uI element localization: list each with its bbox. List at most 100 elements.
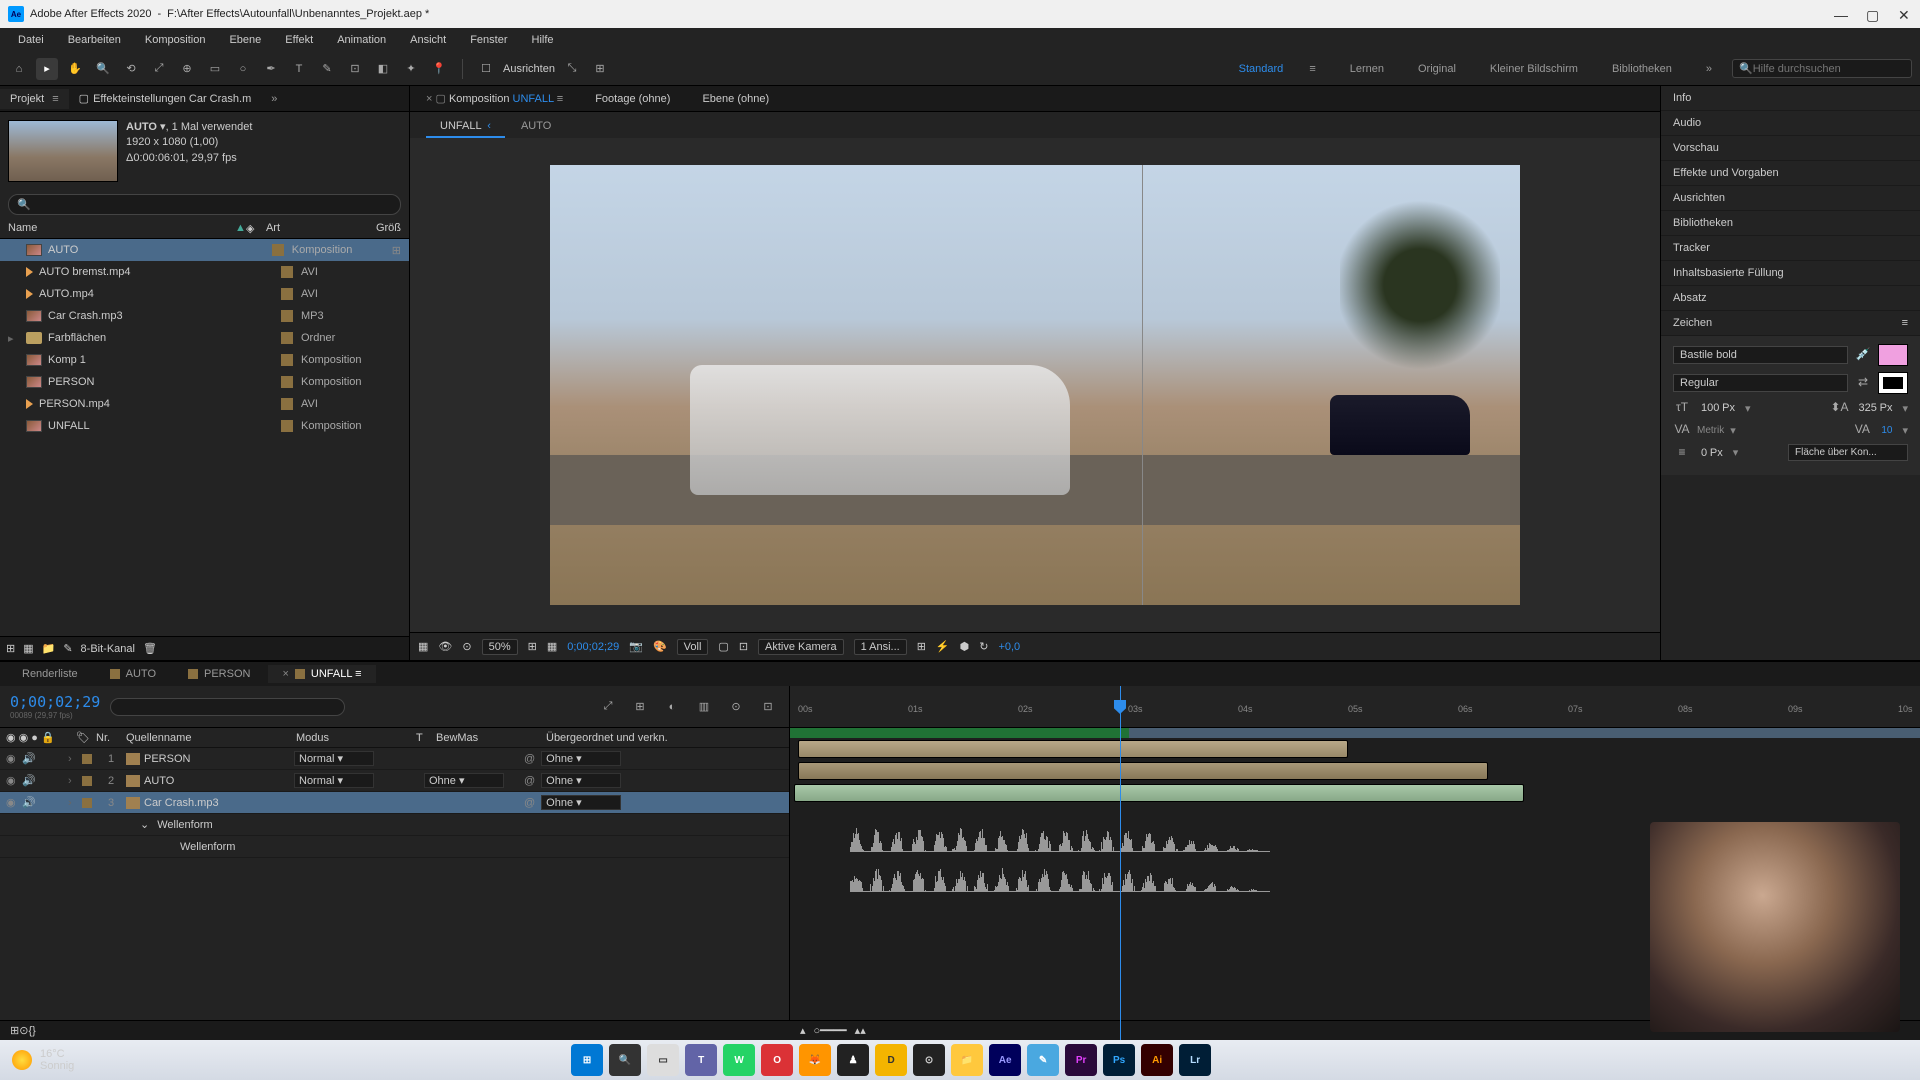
- tab-project[interactable]: Projekt≡: [0, 89, 69, 109]
- align-check[interactable]: ☐: [475, 58, 497, 80]
- roi-icon[interactable]: ▢: [718, 640, 728, 653]
- toggle1-icon[interactable]: ⊞: [10, 1024, 19, 1037]
- menu-fenster[interactable]: Fenster: [460, 31, 517, 49]
- resolution-dropdown[interactable]: Voll: [677, 639, 709, 655]
- adjust-icon[interactable]: ✎: [63, 642, 72, 655]
- taskbar-app[interactable]: 🦊: [799, 1044, 831, 1076]
- waveform-row[interactable]: ⌄Wellenform: [0, 814, 789, 836]
- zoom-in-icon[interactable]: ▴▴: [855, 1024, 866, 1037]
- frame-blend-icon[interactable]: ⊞: [629, 696, 651, 718]
- menu-effekt[interactable]: Effekt: [275, 31, 323, 49]
- menu-ebene[interactable]: Ebene: [219, 31, 271, 49]
- fill-option-dropdown[interactable]: Fläche über Kon...: [1788, 444, 1908, 461]
- timeline-timecode[interactable]: 0;00;02;29: [10, 693, 100, 711]
- new-comp-icon[interactable]: ▦: [23, 642, 33, 655]
- menu-hilfe[interactable]: Hilfe: [522, 31, 564, 49]
- asset-thumbnail[interactable]: [8, 120, 118, 182]
- project-item[interactable]: AUTO bremst.mp4AVI: [0, 261, 409, 283]
- menu-datei[interactable]: Datei: [8, 31, 54, 49]
- rect-tool[interactable]: ▭: [204, 58, 226, 80]
- tag-icon[interactable]: ◈: [246, 222, 266, 235]
- text-tool[interactable]: T: [288, 58, 310, 80]
- taskbar-app[interactable]: 📁: [951, 1044, 983, 1076]
- panel-vorschau[interactable]: Vorschau: [1661, 136, 1920, 161]
- workspace-biblio[interactable]: Bibliotheken: [1598, 61, 1686, 77]
- panel-bibliotheken[interactable]: Bibliotheken: [1661, 211, 1920, 236]
- taskbar-app[interactable]: W: [723, 1044, 755, 1076]
- orbit-tool[interactable]: ⟲: [120, 58, 142, 80]
- refresh-icon[interactable]: ↻: [979, 640, 988, 653]
- pen-tool[interactable]: ✒: [260, 58, 282, 80]
- taskbar-app[interactable]: Ai: [1141, 1044, 1173, 1076]
- toggle3-icon[interactable]: {}: [28, 1025, 35, 1037]
- project-item[interactable]: UNFALLKomposition: [0, 415, 409, 437]
- 3d-icon[interactable]: ⬢: [960, 640, 970, 653]
- taskbar-app[interactable]: D: [875, 1044, 907, 1076]
- interpret-icon[interactable]: ⊞: [6, 642, 15, 655]
- color-icon[interactable]: 🎨: [653, 640, 667, 653]
- kerning-value[interactable]: Metrik: [1697, 425, 1724, 436]
- eyedropper-icon[interactable]: 💉: [1854, 347, 1872, 363]
- swap-icon[interactable]: ⇄: [1854, 375, 1872, 391]
- panel-info[interactable]: Info: [1661, 86, 1920, 111]
- font-style-dropdown[interactable]: Regular: [1673, 374, 1848, 392]
- layer-bar-1[interactable]: [798, 740, 1348, 758]
- taskbar-app[interactable]: O: [761, 1044, 793, 1076]
- project-item[interactable]: PERSON.mp4AVI: [0, 393, 409, 415]
- anchor-tool[interactable]: ⊕: [176, 58, 198, 80]
- leading-value[interactable]: 325 Px: [1854, 402, 1896, 414]
- snap-icon[interactable]: ⤡: [561, 58, 583, 80]
- help-search-input[interactable]: [1753, 63, 1905, 75]
- panel-inhaltsbasierte-füllung[interactable]: Inhaltsbasierte Füllung: [1661, 261, 1920, 286]
- menu-komposition[interactable]: Komposition: [135, 31, 216, 49]
- taskbar-app[interactable]: ⊙: [913, 1044, 945, 1076]
- project-search[interactable]: 🔍: [8, 194, 401, 215]
- subtab-unfall[interactable]: UNFALL ‹: [426, 116, 505, 138]
- exposure[interactable]: +0,0: [998, 641, 1020, 653]
- selection-tool[interactable]: ▸: [36, 58, 58, 80]
- snap2-icon[interactable]: ⊞: [589, 58, 611, 80]
- tab-more-icon[interactable]: »: [261, 89, 287, 109]
- time-ruler[interactable]: 00s01s02s03s04s05s06s07s08s09s10s: [790, 686, 1920, 728]
- ellipse-tool[interactable]: ○: [232, 58, 254, 80]
- minimize-button[interactable]: —: [1834, 7, 1848, 21]
- camera-dropdown[interactable]: Aktive Kamera: [758, 639, 844, 655]
- project-item[interactable]: PERSONKomposition: [0, 371, 409, 393]
- grid-icon[interactable]: ⊞: [528, 640, 537, 653]
- workspace-menu-icon[interactable]: ≡: [1295, 61, 1329, 77]
- taskbar-app[interactable]: 🔍: [609, 1044, 641, 1076]
- graph-icon[interactable]: ▥: [693, 696, 715, 718]
- panel-menu-icon[interactable]: ≡: [1902, 317, 1908, 329]
- timeline-layer[interactable]: ◉🔊›1PERSONNormal ▾@Ohne ▾: [0, 748, 789, 770]
- menu-bearbeiten[interactable]: Bearbeiten: [58, 31, 131, 49]
- viewer-timecode[interactable]: 0;00;02;29: [567, 641, 619, 653]
- menu-ansicht[interactable]: Ansicht: [400, 31, 456, 49]
- taskbar-app[interactable]: ▭: [647, 1044, 679, 1076]
- workspace-lernen[interactable]: Lernen: [1336, 61, 1398, 77]
- menu-animation[interactable]: Animation: [327, 31, 396, 49]
- tab-effect-settings[interactable]: ▢Effekteinstellungen Car Crash.m: [69, 88, 262, 109]
- zoom-tool[interactable]: 🔍: [92, 58, 114, 80]
- panel-absatz[interactable]: Absatz: [1661, 286, 1920, 311]
- tab-footage[interactable]: Footage (ohne): [587, 90, 678, 108]
- hand-tool[interactable]: ✋: [64, 58, 86, 80]
- fast-icon[interactable]: ⚡: [936, 640, 950, 653]
- layer-bar-2[interactable]: [798, 762, 1488, 780]
- zoom-slider[interactable]: ○━━━━: [814, 1024, 847, 1037]
- puppet-tool[interactable]: 📍: [428, 58, 450, 80]
- subtab-auto[interactable]: AUTO: [507, 116, 565, 138]
- timeline-layer[interactable]: ◉🔊›2AUTONormal ▾Ohne ▾@Ohne ▾: [0, 770, 789, 792]
- tab-ebene[interactable]: Ebene (ohne): [694, 90, 777, 108]
- views-dropdown[interactable]: 1 Ansi...: [854, 639, 907, 655]
- workspace-standard[interactable]: Standard: [1233, 61, 1290, 77]
- font-family-dropdown[interactable]: Bastile bold: [1673, 346, 1848, 364]
- guide-icon[interactable]: ▦: [547, 640, 557, 653]
- trans-icon[interactable]: ⊡: [739, 640, 748, 653]
- brain-icon[interactable]: ⊙: [725, 696, 747, 718]
- project-item[interactable]: AUTO.mp4AVI: [0, 283, 409, 305]
- workspace-kleiner[interactable]: Kleiner Bildschirm: [1476, 61, 1592, 77]
- taskbar-app[interactable]: Pr: [1065, 1044, 1097, 1076]
- rotate-tool[interactable]: ⤢: [148, 58, 170, 80]
- snapshot-icon[interactable]: 📷: [629, 640, 643, 653]
- panel-tracker[interactable]: Tracker: [1661, 236, 1920, 261]
